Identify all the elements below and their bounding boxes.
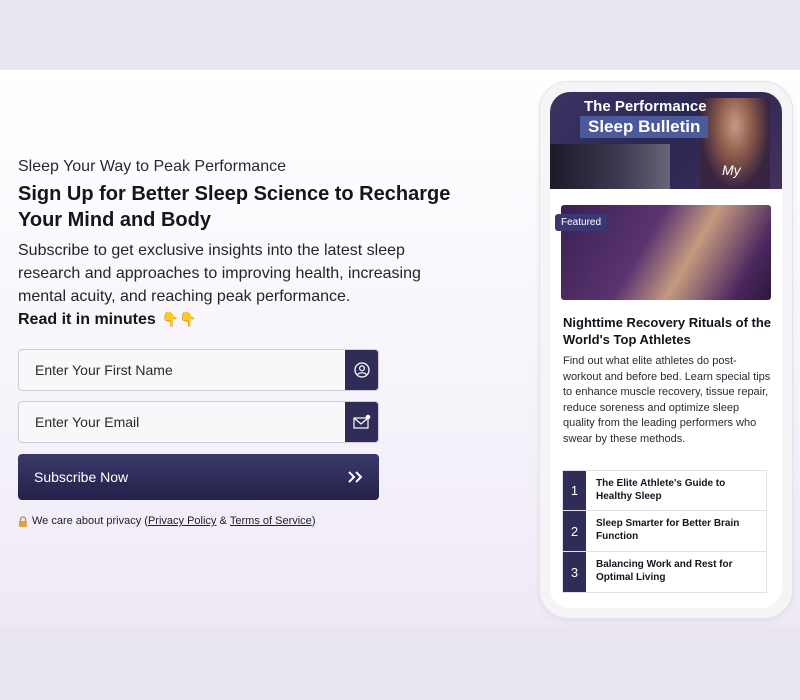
list-item-title: The Elite Athlete's Guide to Healthy Sle…	[596, 478, 726, 502]
pointing-down-emoji: 👇👇	[161, 312, 197, 328]
first-name-field	[18, 349, 379, 391]
lock-icon	[19, 515, 27, 527]
article-title: Nighttime Recovery Rituals of the World'…	[563, 315, 772, 347]
mail-icon-box	[345, 402, 378, 442]
first-name-input[interactable]	[19, 350, 345, 390]
headline: Sign Up for Better Sleep Science to Rech…	[18, 183, 451, 231]
banner-title-line1: The Performance	[584, 98, 707, 115]
featured-badge: Featured	[555, 214, 608, 231]
author-signature: My	[722, 162, 741, 178]
list-item-number: 1	[563, 471, 586, 510]
list-item-title: Sleep Smarter for Better Brain Function	[596, 518, 740, 542]
email-input[interactable]	[19, 402, 345, 442]
list-item-title: Balancing Work and Rest for Optimal Livi…	[596, 559, 733, 583]
privacy-and: &	[216, 515, 230, 527]
email-field	[18, 401, 379, 443]
phone-screen: The Performance Sleep Bulletin My Featur…	[550, 92, 782, 608]
article-list: 1 The Elite Athlete's Guide to Healthy S…	[562, 470, 767, 593]
list-item-number: 3	[563, 552, 586, 592]
kicker-text: Sleep Your Way to Peak Performance	[18, 158, 286, 175]
signup-copy: Sleep Your Way to Peak Performance Sign …	[18, 157, 478, 332]
list-item: 1 The Elite Athlete's Guide to Healthy S…	[562, 470, 767, 511]
newsletter-banner: The Performance Sleep Bulletin My	[550, 92, 782, 189]
double-chevron-right-icon	[348, 471, 363, 483]
list-item: 3 Balancing Work and Rest for Optimal Li…	[562, 552, 767, 593]
description: Subscribe to get exclusive insights into…	[18, 242, 421, 305]
article-description: Find out what elite athletes do post-wor…	[563, 355, 771, 445]
banner-title-line2: Sleep Bulletin	[580, 116, 709, 138]
sleeping-man-image	[550, 144, 670, 189]
list-item: 2 Sleep Smarter for Better Brain Functio…	[562, 511, 767, 552]
read-it-text: Read it in minutes	[18, 311, 156, 328]
privacy-policy-link[interactable]: Privacy Policy	[148, 515, 216, 527]
user-icon	[353, 362, 370, 378]
privacy-suffix: )	[311, 515, 316, 527]
terms-of-service-link[interactable]: Terms of Service	[230, 515, 312, 527]
subscribe-button[interactable]: Subscribe Now	[18, 454, 379, 500]
list-item-number: 2	[563, 511, 586, 551]
mail-icon	[352, 414, 370, 429]
user-icon-box	[345, 350, 378, 390]
privacy-note: We care about privacy (Privacy Policy & …	[18, 515, 315, 527]
privacy-prefix: We care about privacy (	[32, 515, 148, 527]
subscribe-label: Subscribe Now	[34, 469, 129, 485]
read-it-line: Read it in minutes 👇👇	[18, 308, 478, 332]
